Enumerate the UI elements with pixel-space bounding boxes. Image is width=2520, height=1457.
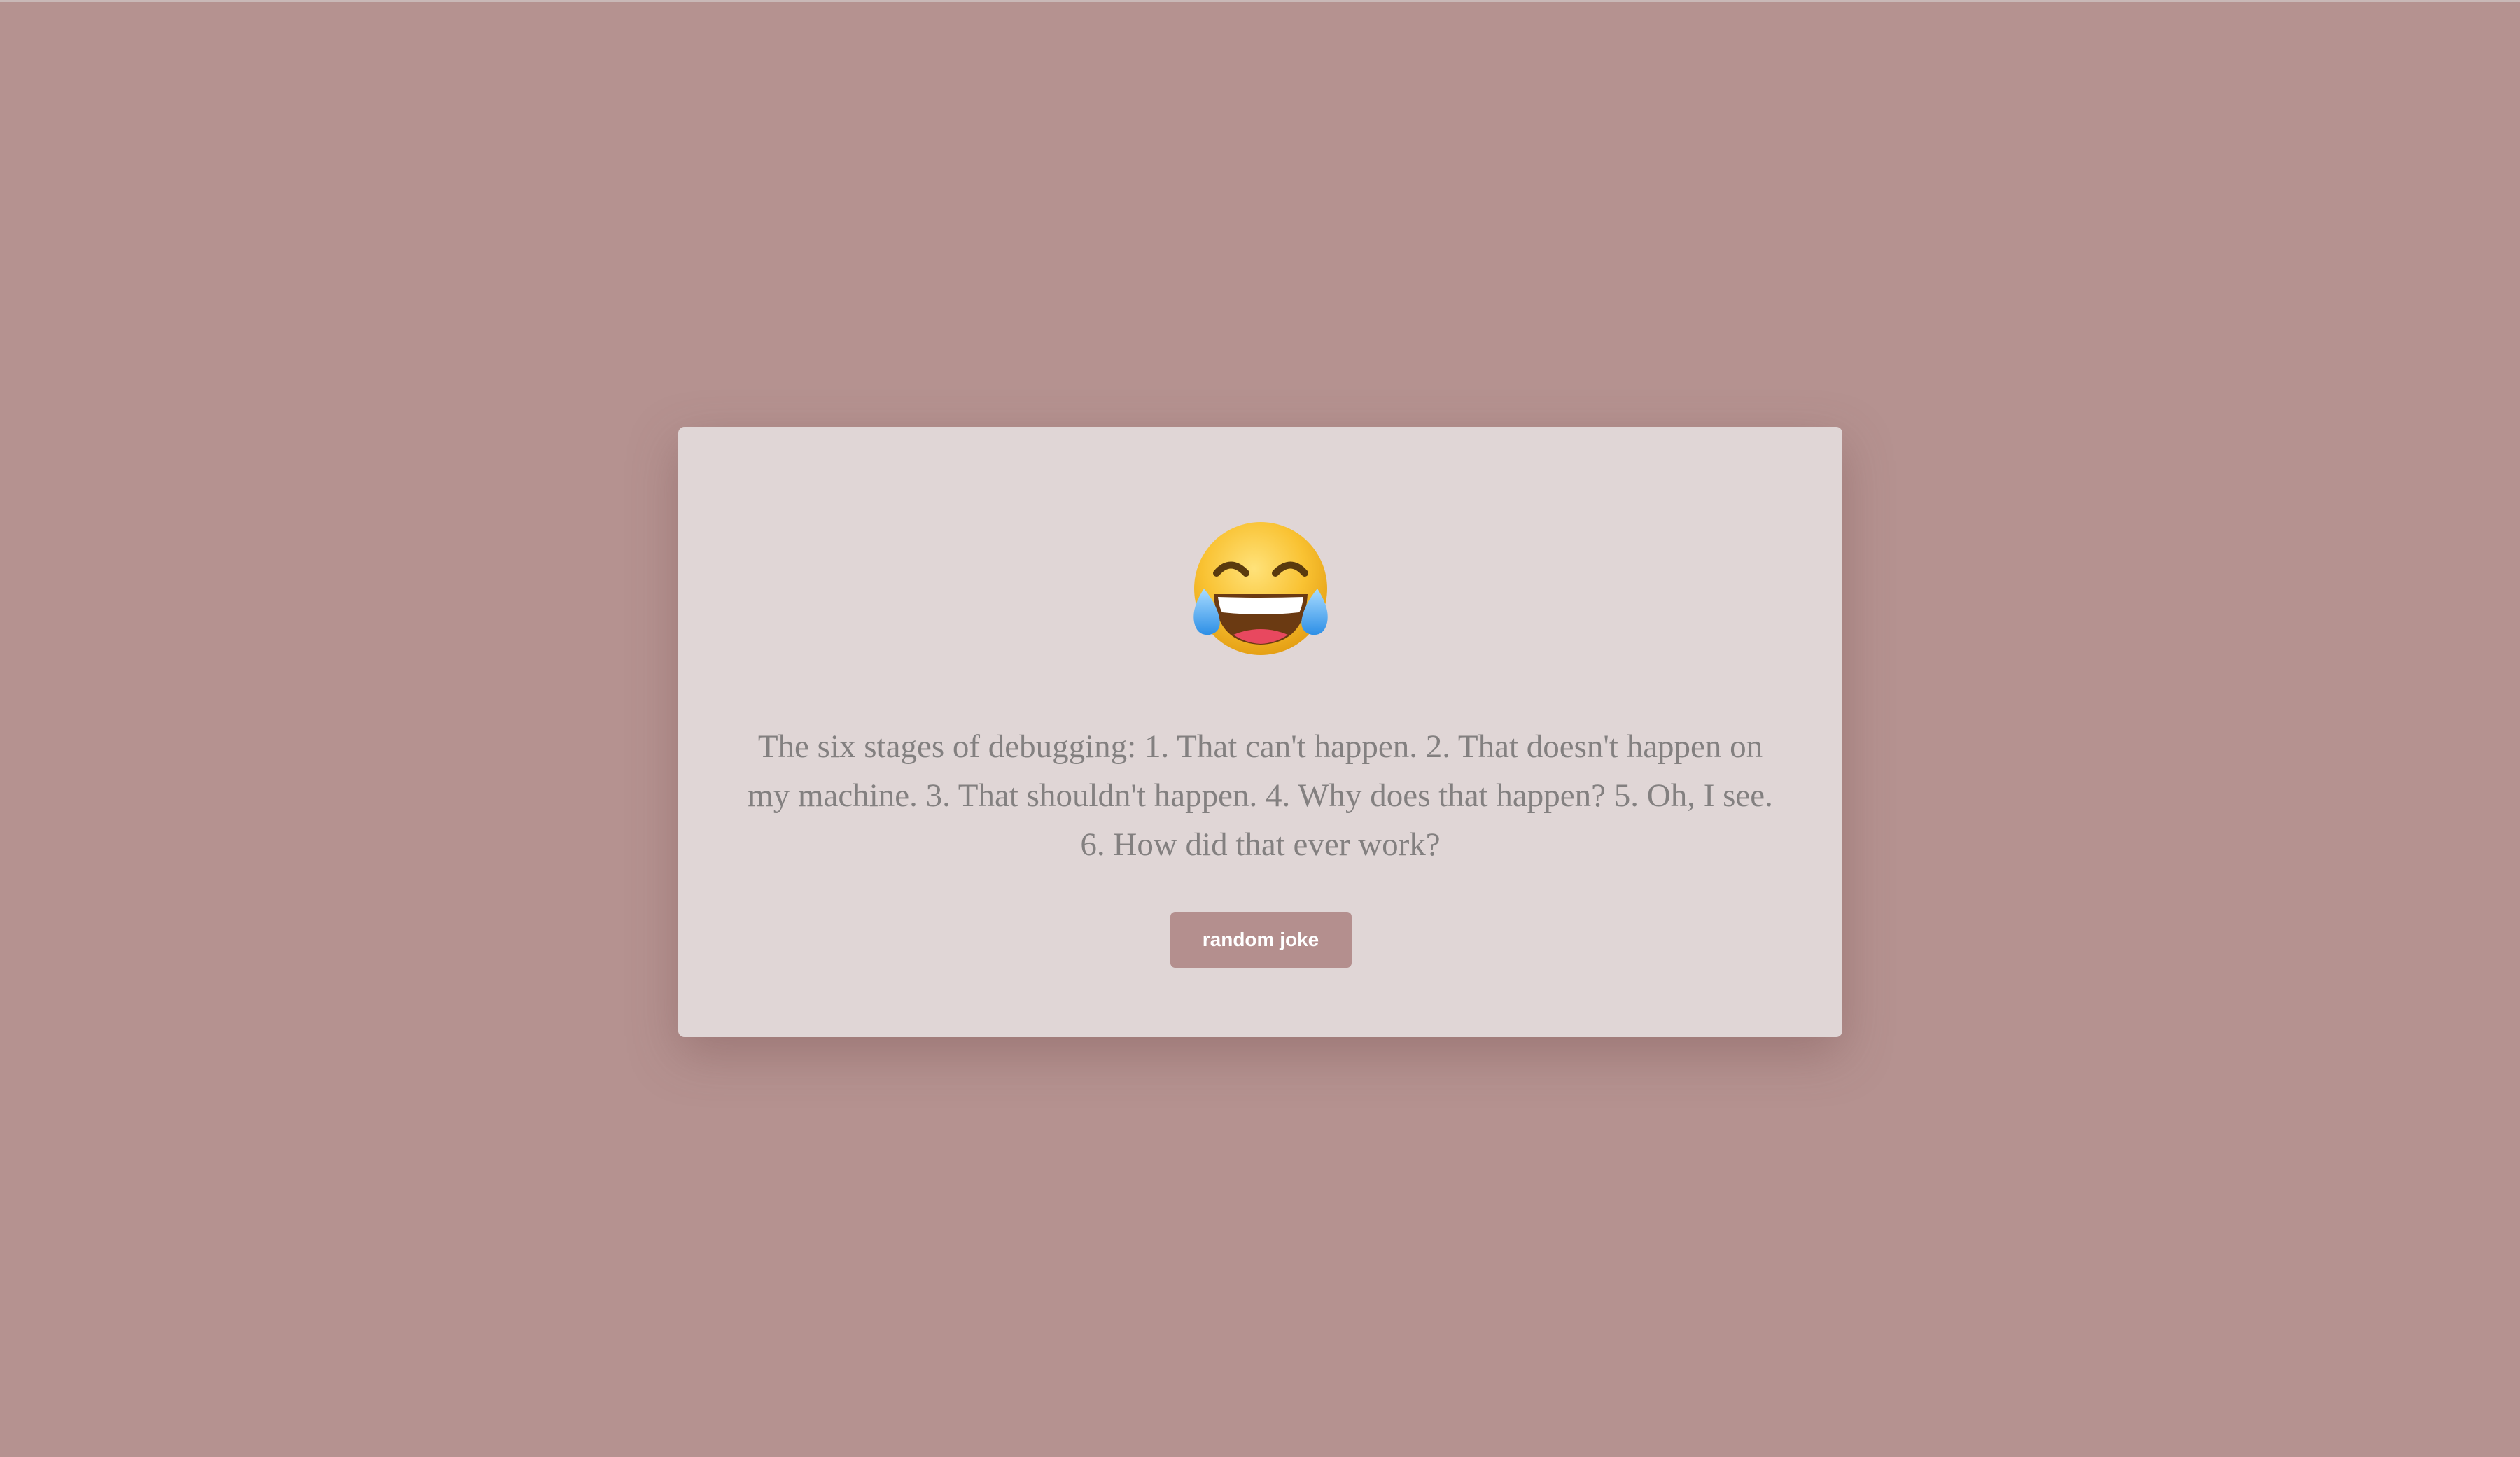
joke-card: The six stages of debugging: 1. That can…: [678, 427, 1842, 1037]
joke-text: The six stages of debugging: 1. That can…: [748, 728, 1773, 863]
random-joke-button[interactable]: random joke: [1170, 912, 1352, 968]
face-with-tears-of-joy-icon: [1187, 519, 1334, 666]
